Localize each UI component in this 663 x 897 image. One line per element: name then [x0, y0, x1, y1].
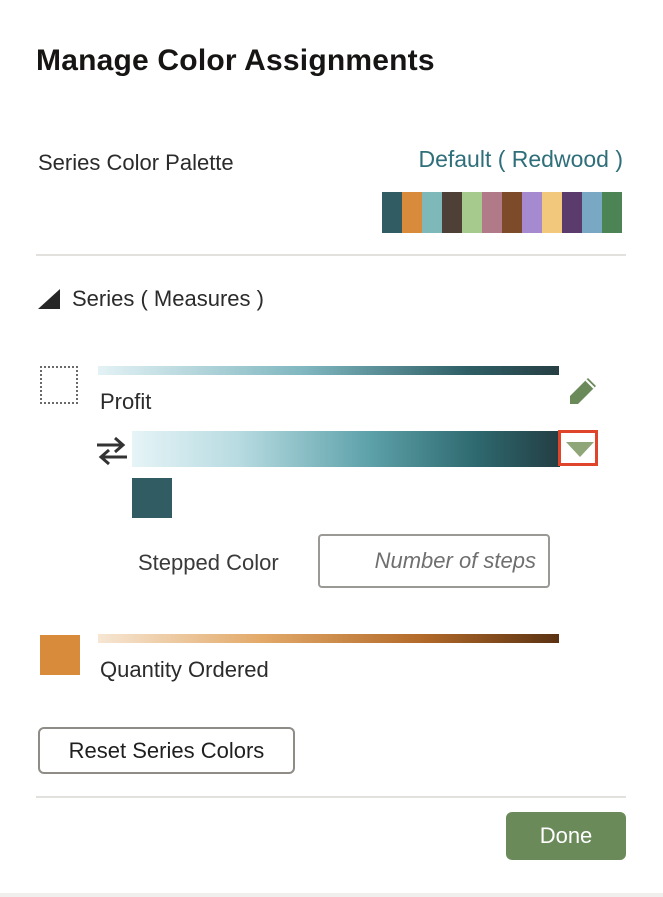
palette-swatch-12 [602, 192, 622, 233]
palette-swatch-10 [562, 192, 582, 233]
palette-swatch-6 [482, 192, 502, 233]
palette-label: Series Color Palette [38, 150, 234, 175]
palette-swatch-5 [462, 192, 482, 233]
quantity-ordered-color-swatch[interactable] [40, 635, 80, 675]
gradient-dropdown-chevron-down-icon[interactable] [558, 430, 598, 466]
palette-swatch-1 [382, 192, 402, 233]
stepped-color-label: Stepped Color [138, 550, 279, 575]
quantity-ordered-series-label: Quantity Ordered [100, 657, 269, 682]
section-divider [36, 254, 626, 256]
series-section-heading: Series ( Measures ) [72, 286, 264, 311]
palette-swatch-9 [542, 192, 562, 233]
profit-series-label: Profit [100, 389, 152, 414]
reverse-gradient-icon[interactable] [95, 436, 129, 466]
collapse-triangle-icon [38, 289, 60, 309]
reset-series-colors-button[interactable]: Reset Series Colors [38, 727, 295, 774]
profit-selected-color-swatch[interactable] [132, 478, 172, 518]
palette-swatch-2 [402, 192, 422, 233]
number-of-steps-input[interactable] [318, 534, 550, 588]
palette-swatches [382, 192, 622, 233]
palette-swatch-8 [522, 192, 542, 233]
bottom-edge [0, 893, 663, 897]
profit-gradient-select[interactable] [132, 431, 560, 467]
profit-gradient-preview [98, 366, 559, 375]
palette-swatch-3 [422, 192, 442, 233]
quantity-ordered-gradient-preview [98, 634, 559, 643]
footer-divider [36, 796, 626, 798]
edit-pencil-icon[interactable] [566, 374, 600, 408]
series-section-header[interactable]: Series ( Measures ) [38, 286, 264, 312]
dialog-title: Manage Color Assignments [36, 44, 435, 77]
palette-swatch-11 [582, 192, 602, 233]
profit-color-swatch-empty[interactable] [40, 366, 78, 404]
done-button[interactable]: Done [506, 812, 626, 860]
palette-swatch-4 [442, 192, 462, 233]
palette-swatch-7 [502, 192, 522, 233]
palette-selector-link[interactable]: Default ( Redwood ) [418, 146, 623, 173]
